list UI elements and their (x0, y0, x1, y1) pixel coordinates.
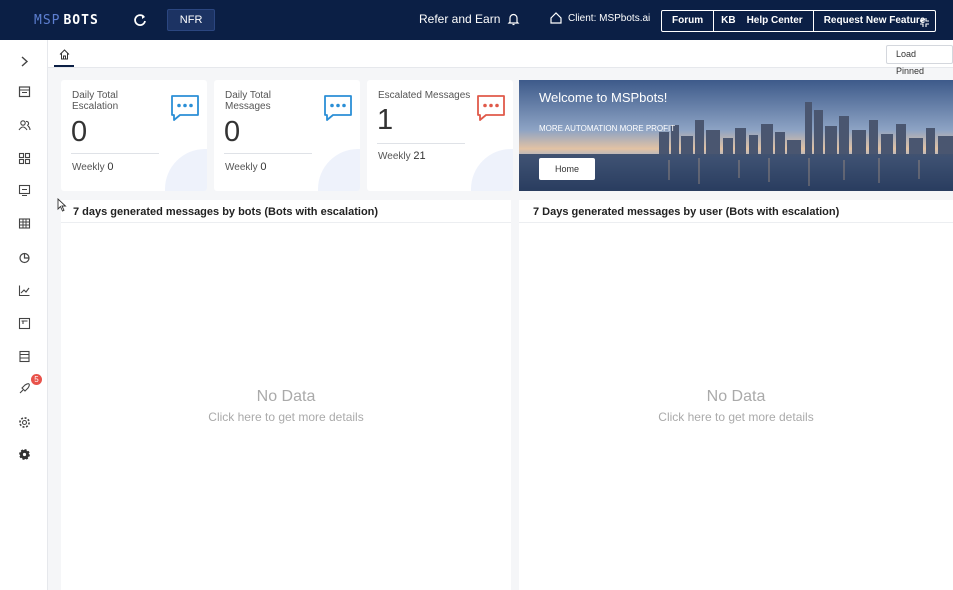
request-new-feature-link[interactable]: Request New Feature (812, 11, 936, 31)
card-divider (224, 153, 312, 154)
no-data-label[interactable]: No Data (519, 388, 953, 406)
sidebar: 5 (0, 40, 48, 590)
people-icon[interactable] (0, 113, 48, 137)
grid-icon[interactable] (0, 211, 48, 235)
stat-card-escalated-messages[interactable]: Escalated Messages 1 Weekly 21 (367, 80, 513, 191)
banner-home-button[interactable]: Home (539, 158, 595, 180)
logo[interactable]: MSP BOTS (34, 13, 99, 28)
card-value: 0 (224, 116, 241, 148)
logo-prefix: MSP (34, 12, 61, 28)
no-data-label[interactable]: No Data (61, 388, 511, 406)
stat-card-daily-total-messages[interactable]: Daily Total Messages 0 Weekly 0 (214, 80, 360, 191)
board-icon[interactable] (0, 311, 48, 335)
chat-icon (477, 95, 505, 121)
welcome-banner: Welcome to MSPbots! MORE AUTOMATION MORE… (519, 80, 953, 191)
card-label: Daily Total Escalation (72, 90, 119, 112)
card-label: Escalated Messages (378, 90, 471, 101)
home-tab[interactable] (54, 43, 74, 67)
banner-title: Welcome to MSPbots! (539, 90, 668, 105)
rocket-icon[interactable]: 5 (0, 374, 48, 400)
panel-title: 7 days generated messages by bots (Bots … (73, 206, 379, 218)
kb-link[interactable]: KB (713, 11, 742, 31)
card-weekly: Weekly 0 (225, 161, 267, 173)
card-divider (377, 143, 465, 144)
notification-badge: 5 (31, 374, 42, 385)
panel-user-messages: 7 Days generated messages by user (Bots … (519, 200, 953, 590)
card-divider (71, 153, 159, 154)
fullscreen-icon[interactable] (919, 15, 930, 27)
client-label: Client: MSPbots.ai (568, 12, 651, 24)
banner-tagline: MORE AUTOMATION MORE PROFIT (539, 124, 676, 133)
chevron-right-icon[interactable] (0, 49, 48, 73)
top-bar: MSP BOTS NFR Refer and Earn Client: MSPb… (0, 0, 953, 40)
card-value: 1 (377, 104, 394, 136)
load-pinned-button[interactable]: Load Pinned (886, 45, 953, 76)
breadcrumb-bar: Load Pinned (48, 40, 953, 76)
forum-link[interactable]: Forum (662, 11, 713, 31)
card-weekly: Weekly 0 (72, 161, 114, 173)
calendar-icon[interactable] (0, 79, 48, 103)
settings-icon[interactable] (0, 410, 48, 434)
card-decoration (318, 149, 360, 191)
panel-title: 7 Days generated messages by user (Bots … (533, 206, 840, 218)
card-decoration (165, 149, 207, 191)
nfr-button[interactable]: NFR (166, 9, 216, 31)
client-selector[interactable]: Client: MSPbots.ai (550, 12, 650, 24)
pie-chart-icon[interactable] (0, 245, 48, 269)
panel-bots-messages: 7 days generated messages by bots (Bots … (61, 200, 511, 590)
card-weekly: Weekly 21 (378, 150, 426, 162)
chat-icon (171, 95, 199, 121)
chat-icon (324, 95, 352, 121)
help-center-link[interactable]: Help Center (743, 11, 813, 31)
home-outline-icon (550, 12, 562, 24)
top-links: Forum KB Help Center Request New Feature (661, 10, 937, 32)
panel-header-divider (519, 222, 953, 223)
mouse-cursor-icon (57, 198, 67, 212)
card-label: Daily Total Messages (225, 90, 271, 112)
card-value: 0 (71, 116, 88, 148)
card-weekly-value: 0 (107, 161, 114, 173)
home-icon (59, 48, 69, 59)
line-chart-icon[interactable] (0, 278, 48, 302)
card-decoration (471, 149, 513, 191)
card-weekly-value: 21 (413, 150, 426, 162)
admin-gear-icon[interactable] (0, 442, 48, 466)
apps-icon[interactable] (0, 146, 48, 170)
bell-icon[interactable] (507, 12, 520, 26)
stat-card-daily-total-escalation[interactable]: Daily Total Escalation 0 Weekly 0 (61, 80, 207, 191)
refresh-icon[interactable] (133, 13, 147, 27)
monitor-icon[interactable] (0, 178, 48, 202)
more-details-link[interactable]: Click here to get more details (519, 410, 953, 424)
more-details-link[interactable]: Click here to get more details (61, 410, 511, 424)
card-weekly-value: 0 (260, 161, 267, 173)
logo-suffix: BOTS (63, 12, 99, 28)
refer-and-earn-link[interactable]: Refer and Earn (419, 12, 500, 26)
report-icon[interactable] (0, 344, 48, 368)
panel-header-divider (61, 222, 511, 223)
